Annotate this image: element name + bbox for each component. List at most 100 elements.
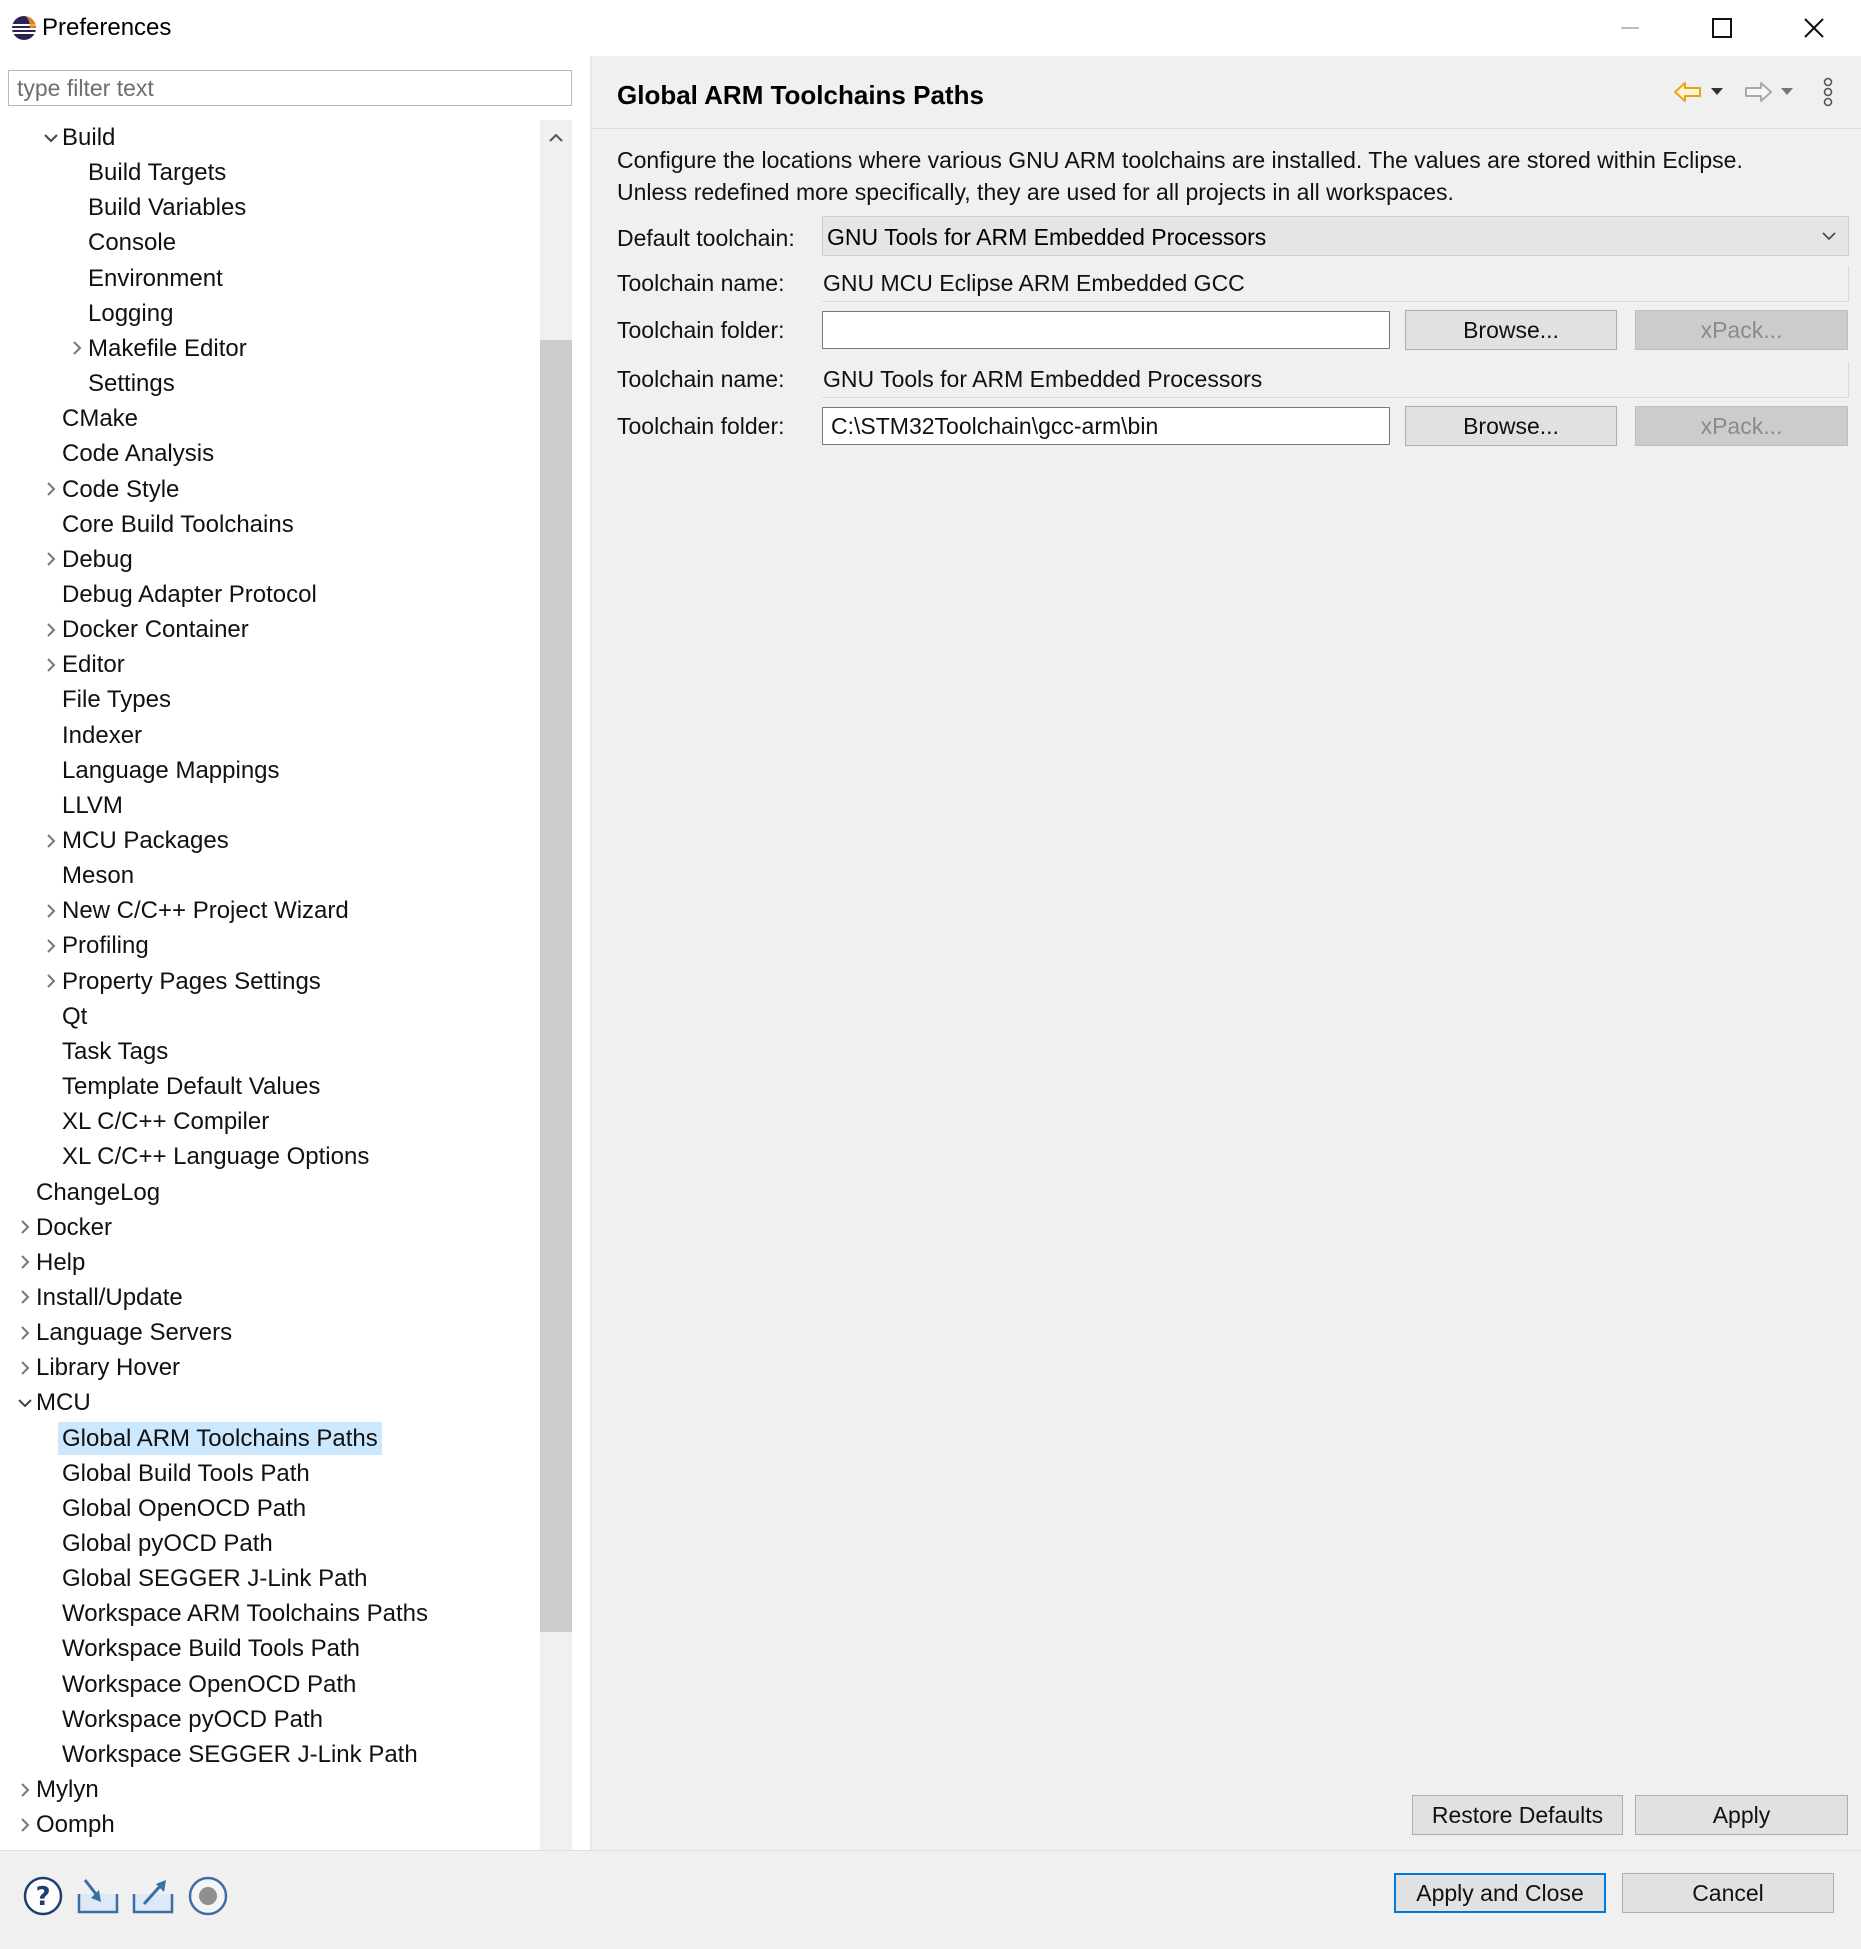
scroll-up-arrow-icon[interactable]: [540, 120, 572, 154]
tree-item-label: MCU Packages: [62, 827, 229, 854]
tree-item[interactable]: Library Hover: [0, 1350, 540, 1385]
toolchain-folder-input[interactable]: [822, 407, 1390, 445]
tree-item[interactable]: Help: [0, 1245, 540, 1280]
back-history-dropdown-icon[interactable]: [1706, 74, 1728, 110]
toolchain-folder-label: Toolchain folder:: [617, 317, 785, 343]
import-icon[interactable]: [75, 1873, 121, 1919]
tree-item[interactable]: Logging: [0, 296, 540, 331]
tree-item[interactable]: Oomph: [0, 1807, 540, 1842]
tree-item[interactable]: Docker Container: [0, 612, 540, 647]
tree-item[interactable]: Template Default Values: [0, 1069, 540, 1104]
tree-item-label: Settings: [88, 370, 175, 398]
tree-item[interactable]: Console: [0, 225, 540, 260]
export-icon[interactable]: [130, 1873, 176, 1919]
forward-history-dropdown-icon[interactable]: [1776, 74, 1798, 110]
tree-item[interactable]: Meson: [0, 858, 540, 893]
xpack-button[interactable]: xPack...: [1635, 310, 1848, 350]
tree-item[interactable]: Qt: [0, 999, 540, 1034]
preference-tree: Build Build Targets Build Variables Console…: [0, 120, 540, 1906]
default-toolchain-select[interactable]: GNU Tools for ARM Embedded Processors: [822, 216, 1849, 256]
tree-scrollbar[interactable]: [540, 120, 572, 1906]
tree-item-label: Build Variables: [88, 194, 247, 222]
tree-item[interactable]: Global SEGGER J-Link Path: [0, 1561, 540, 1596]
tree-item-label: Meson: [62, 862, 135, 890]
tree-item-label: ChangeLog: [36, 1178, 161, 1206]
tree-item-label: Help: [36, 1248, 86, 1276]
forward-arrow-icon[interactable]: [1740, 74, 1776, 110]
scrollbar-thumb[interactable]: [540, 340, 572, 1632]
tree-item[interactable]: Global Build Tools Path: [0, 1456, 540, 1491]
close-button[interactable]: [1768, 0, 1860, 56]
default-toolchain-label: Default toolchain:: [617, 225, 795, 251]
maximize-button[interactable]: [1676, 0, 1768, 56]
tree-item-label: Logging: [88, 299, 174, 327]
tree-item[interactable]: Makefile Editor: [0, 331, 540, 366]
chevron-down-icon: [1816, 223, 1842, 249]
tree-item[interactable]: Global pyOCD Path: [0, 1526, 540, 1561]
browse-button[interactable]: Browse...: [1405, 310, 1617, 350]
record-icon[interactable]: [185, 1873, 231, 1919]
preference-navigation-panel: Build Build Targets Build Variables Console…: [0, 56, 590, 1906]
tree-item[interactable]: Build Variables: [0, 190, 540, 225]
tree-item[interactable]: Profiling: [0, 928, 540, 963]
filter-input[interactable]: [8, 70, 572, 106]
tree-item-label: Build Targets: [88, 159, 227, 187]
tree-item[interactable]: Property Pages Settings: [0, 964, 540, 999]
tree-item[interactable]: Workspace SEGGER J-Link Path: [0, 1737, 540, 1772]
eclipse-logo-icon: [10, 14, 38, 42]
tree-item[interactable]: File Types: [0, 682, 540, 717]
tree-item[interactable]: Workspace ARM Toolchains Paths: [0, 1596, 540, 1631]
tree-item[interactable]: Docker: [0, 1210, 540, 1245]
tree-item[interactable]: Workspace Build Tools Path: [0, 1631, 540, 1666]
tree-item[interactable]: ChangeLog: [0, 1175, 540, 1210]
tree-item[interactable]: Core Build Toolchains: [0, 507, 540, 542]
tree-item-label: Oomph: [36, 1811, 115, 1839]
tree-item[interactable]: MCU Packages: [0, 823, 540, 858]
tree-item[interactable]: Task Tags: [0, 1034, 540, 1069]
view-menu-icon[interactable]: [1814, 74, 1842, 110]
tree-item[interactable]: Install/Update: [0, 1280, 540, 1315]
tree-item[interactable]: Debug Adapter Protocol: [0, 577, 540, 612]
tree-item[interactable]: Environment: [0, 261, 540, 296]
tree-item[interactable]: XL C/C++ Compiler: [0, 1104, 540, 1139]
tree-item[interactable]: Debug: [0, 542, 540, 577]
tree-item[interactable]: XL C/C++ Language Options: [0, 1139, 540, 1174]
tree-item-label: XL C/C++ Compiler: [62, 1108, 270, 1136]
minimize-button[interactable]: [1584, 0, 1676, 56]
browse-button[interactable]: Browse...: [1405, 406, 1617, 446]
restore-defaults-button[interactable]: Restore Defaults: [1412, 1795, 1623, 1835]
tree-item[interactable]: Indexer: [0, 718, 540, 753]
tree-item[interactable]: Editor: [0, 647, 540, 682]
tree-item[interactable]: Code Style: [0, 472, 540, 507]
tree-item-label: Workspace ARM Toolchains Paths: [62, 1600, 428, 1628]
toolchain-folder-input[interactable]: [822, 311, 1390, 349]
tree-item-label: XL C/C++ Language Options: [62, 1143, 370, 1171]
description-line: Unless redefined more specifically, they…: [617, 179, 1454, 205]
toolchain-name-label: Toolchain name:: [617, 366, 785, 392]
tree-item[interactable]: CMake: [0, 401, 540, 436]
back-arrow-icon[interactable]: [1670, 74, 1706, 110]
tree-item[interactable]: Global ARM Toolchains Paths: [0, 1421, 540, 1456]
page-title: Global ARM Toolchains Paths: [617, 80, 984, 110]
tree-item[interactable]: New C/C++ Project Wizard: [0, 893, 540, 928]
xpack-button[interactable]: xPack...: [1635, 406, 1848, 446]
header-separator: [592, 128, 1861, 129]
apply-button[interactable]: Apply: [1635, 1795, 1848, 1835]
tree-item[interactable]: Mylyn: [0, 1772, 540, 1807]
tree-item[interactable]: Language Mappings: [0, 753, 540, 788]
tree-item[interactable]: Workspace pyOCD Path: [0, 1702, 540, 1737]
tree-item[interactable]: Settings: [0, 366, 540, 401]
tree-item-label: Environment: [88, 264, 223, 292]
tree-item-label: Global ARM Toolchains Paths: [58, 1421, 382, 1455]
tree-item[interactable]: Global OpenOCD Path: [0, 1491, 540, 1526]
tree-item[interactable]: Build: [0, 120, 540, 155]
tree-item[interactable]: Language Servers: [0, 1315, 540, 1350]
help-icon[interactable]: ?: [20, 1873, 66, 1919]
cancel-button[interactable]: Cancel: [1622, 1873, 1834, 1913]
apply-and-close-button[interactable]: Apply and Close: [1394, 1873, 1606, 1913]
tree-item[interactable]: Code Analysis: [0, 436, 540, 471]
tree-item[interactable]: MCU: [0, 1385, 540, 1420]
tree-item[interactable]: Build Targets: [0, 155, 540, 190]
tree-item[interactable]: LLVM: [0, 788, 540, 823]
tree-item[interactable]: Workspace OpenOCD Path: [0, 1667, 540, 1702]
